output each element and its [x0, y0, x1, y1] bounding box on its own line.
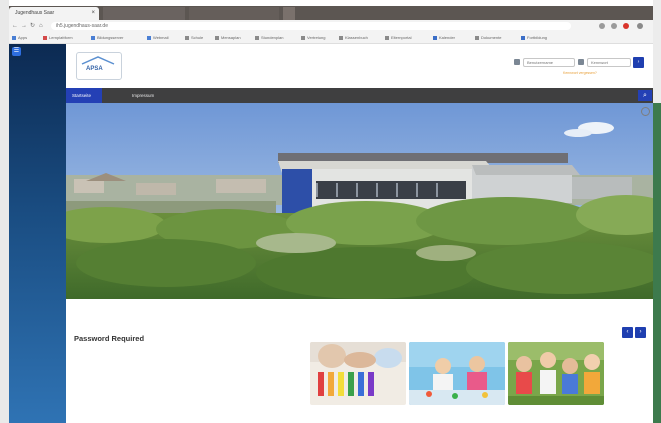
children-playing-image — [409, 342, 505, 405]
carousel-next-button[interactable]: › — [635, 327, 646, 338]
site-logo[interactable]: APSA — [76, 52, 122, 80]
bookmark-item[interactable]: Apps — [12, 34, 27, 41]
login-button[interactable]: › — [633, 57, 644, 68]
browser-tab[interactable] — [103, 7, 185, 20]
browser-tab[interactable] — [189, 7, 279, 20]
side-image-strip — [653, 103, 661, 423]
reload-icon[interactable]: ↻ — [30, 22, 35, 30]
nav-item-home[interactable]: Startseite Schule — [66, 88, 102, 113]
search-button[interactable]: ⌕ — [638, 90, 652, 101]
window-frame-left — [0, 0, 9, 423]
search-icon: ⌕ — [643, 92, 647, 99]
url-text: ih5.jugendhaus-saar.de — [56, 23, 108, 29]
forward-icon[interactable]: → — [21, 22, 27, 30]
carousel-prev-button[interactable]: ‹ — [622, 327, 633, 338]
bookmark-item[interactable]: Stundenplan — [255, 34, 283, 41]
bookmark-item[interactable]: Dokumente — [475, 34, 501, 41]
menu-icon[interactable]: ☰ — [12, 47, 21, 56]
logo-text: APSA — [86, 66, 103, 72]
back-icon[interactable]: ← — [12, 22, 18, 30]
hero-image — [66, 103, 653, 299]
nav-item-imprint[interactable]: Impressum — [126, 88, 160, 103]
browser-tab-active[interactable]: Jugendhaus Saar × — [9, 7, 99, 20]
url-field[interactable]: ih5.jugendhaus-saar.de — [51, 22, 571, 30]
forgot-password-link[interactable]: Kennwort vergessen? — [563, 71, 597, 75]
bookmark-item[interactable]: Fortbildung — [521, 34, 547, 41]
bookmark-item[interactable]: Schule — [185, 34, 203, 41]
school-building-image — [66, 103, 653, 299]
thumbnail-children-group[interactable] — [508, 342, 604, 405]
lock-icon — [578, 59, 584, 65]
extension-icon[interactable] — [623, 23, 629, 29]
bookmark-item[interactable]: Webmail — [147, 34, 169, 41]
bookmark-item[interactable]: Mensaplan — [215, 34, 241, 41]
username-input[interactable] — [523, 58, 575, 67]
user-icon — [514, 59, 520, 65]
browser-tab-bar: Jugendhaus Saar × — [9, 6, 653, 20]
thumbnail-children-table[interactable] — [409, 342, 505, 405]
bookmark-item[interactable]: Bildungsserver — [91, 34, 123, 41]
tab-title: Jugendhaus Saar — [15, 10, 55, 16]
extension-icon[interactable] — [611, 23, 617, 29]
login-form: › — [514, 57, 644, 69]
group-of-children-image — [508, 342, 604, 405]
left-sidebar: ☰ — [9, 44, 66, 423]
main-nav: Startseite Schule Impressum ⌕ — [66, 88, 653, 113]
profile-icon[interactable] — [637, 23, 643, 29]
bookmark-item[interactable]: Elternportal — [385, 34, 411, 41]
bookmark-item[interactable]: Klassenbuch — [339, 34, 368, 41]
browser-address-bar: ← → ↻ ⌂ ih5.jugendhaus-saar.de — [9, 20, 653, 32]
page-title: Password Required — [74, 334, 145, 343]
refresh-icon[interactable] — [641, 107, 650, 116]
close-icon[interactable]: × — [91, 7, 95, 20]
bookmark-star-icon[interactable] — [599, 23, 605, 29]
bookmark-item[interactable]: Vertretung — [301, 34, 325, 41]
password-input[interactable] — [587, 58, 631, 67]
home-icon[interactable]: ⌂ — [39, 22, 43, 30]
new-tab-button[interactable] — [283, 7, 295, 20]
house-roof-icon — [81, 56, 115, 65]
bookmark-item[interactable]: Kalender — [433, 34, 455, 41]
child-painting-image — [310, 342, 406, 405]
bookmark-item[interactable]: Lernplattform — [43, 34, 73, 41]
bookmarks-bar: Apps Lernplattform Bildungsserver Webmai… — [9, 32, 653, 44]
thumbnail-child-painting[interactable] — [310, 342, 406, 405]
